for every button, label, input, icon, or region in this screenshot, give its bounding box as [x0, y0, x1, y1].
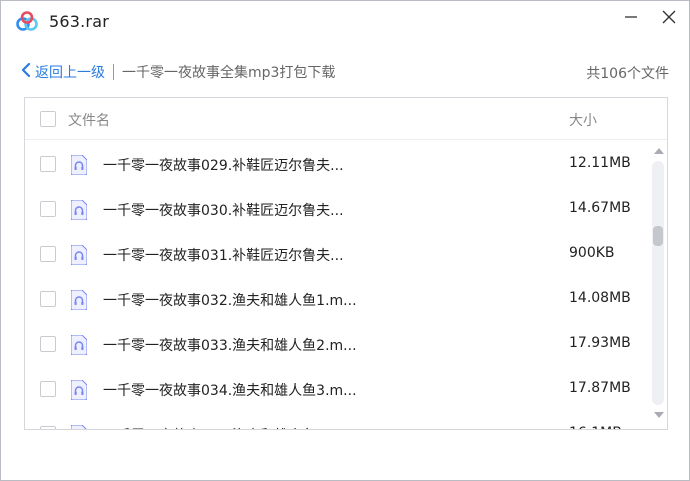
audio-file-icon	[70, 424, 87, 429]
file-size: 17.93MB	[569, 335, 631, 351]
row-checkbox[interactable]	[40, 381, 56, 397]
audio-file-icon	[70, 379, 88, 401]
audio-file-icon	[70, 289, 88, 311]
file-name[interactable]: 一千零一夜故事029.补鞋匠迈尔鲁夫...	[103, 155, 344, 175]
file-name[interactable]: 一千零一夜故事033.渔夫和雄人鱼2.m...	[103, 335, 357, 355]
row-checkbox[interactable]	[40, 246, 56, 262]
list-header: 文件名 大小	[25, 98, 667, 140]
file-name[interactable]: 一千零一夜故事034.渔夫和雄人鱼3.m...	[103, 380, 357, 400]
scroll-down-arrow-icon[interactable]	[654, 412, 664, 418]
breadcrumb-separator	[113, 64, 114, 80]
table-row[interactable]: 一千零一夜故事034.渔夫和雄人鱼3.m... 17.87MB	[25, 367, 649, 412]
title-bar: 563.rar	[1, 1, 689, 45]
file-size: 14.08MB	[569, 290, 631, 306]
vertical-scrollbar[interactable]	[649, 142, 667, 429]
table-row[interactable]: 一千零一夜故事032.渔夫和雄人鱼1.m... 14.08MB	[25, 277, 649, 322]
table-row[interactable]: 一千零一夜故事029.补鞋匠迈尔鲁夫... 12.11MB	[25, 142, 649, 187]
close-icon	[662, 9, 676, 28]
baidu-netdisk-cloud-icon	[15, 10, 39, 34]
row-checkbox[interactable]	[40, 291, 56, 307]
file-name[interactable]: 一千零一夜故事030.补鞋匠迈尔鲁夫...	[103, 200, 344, 220]
back-link-label: 返回上一级	[35, 65, 105, 81]
close-button[interactable]	[656, 7, 682, 29]
chevron-left-icon	[21, 62, 35, 81]
file-name[interactable]: 一千零一夜故事031.补鞋匠迈尔鲁夫...	[103, 245, 344, 265]
minimize-button[interactable]	[618, 7, 644, 29]
row-checkbox[interactable]	[40, 156, 56, 172]
table-row[interactable]: 一千零一夜故事035.渔夫和雄人鱼4.m... 16.1MB	[25, 412, 649, 429]
table-row[interactable]: 一千零一夜故事033.渔夫和雄人鱼2.m... 17.93MB	[25, 322, 649, 367]
audio-file-icon	[70, 334, 88, 356]
select-all-checkbox[interactable]	[40, 111, 56, 127]
row-checkbox[interactable]	[40, 201, 56, 217]
scrollbar-track[interactable]	[652, 161, 664, 405]
column-header-name[interactable]: 文件名	[68, 110, 110, 130]
file-size: 12.11MB	[569, 155, 631, 171]
scroll-up-arrow-icon[interactable]	[654, 148, 664, 154]
table-row[interactable]: 一千零一夜故事030.补鞋匠迈尔鲁夫... 14.67MB	[25, 187, 649, 232]
file-name[interactable]: 一千零一夜故事035.渔夫和雄人鱼4.m...	[103, 425, 357, 429]
scrollbar-thumb[interactable]	[653, 226, 663, 246]
table-row[interactable]: 一千零一夜故事031.补鞋匠迈尔鲁夫... 900KB	[25, 232, 649, 277]
row-checkbox[interactable]	[40, 336, 56, 352]
file-size: 900KB	[569, 245, 615, 261]
file-count: 共106个文件	[586, 66, 669, 82]
row-checkbox[interactable]	[40, 426, 56, 429]
audio-file-icon	[70, 244, 88, 266]
current-folder-name: 一千零一夜故事全集mp3打包下载	[122, 65, 336, 81]
minimize-icon	[624, 9, 638, 28]
audio-file-icon	[70, 154, 88, 176]
column-header-size[interactable]: 大小	[569, 110, 597, 130]
file-size: 16.1MB	[569, 425, 622, 429]
audio-file-icon	[70, 199, 88, 221]
file-size: 17.87MB	[569, 380, 631, 396]
file-size: 14.67MB	[569, 200, 631, 216]
archive-preview-window: 563.rar 返回上一级 一千零一夜故事全集mp3打包下载 共106个文件 文…	[0, 0, 690, 481]
window-title: 563.rar	[49, 12, 109, 31]
back-link[interactable]: 返回上一级	[21, 62, 105, 82]
breadcrumb: 返回上一级 一千零一夜故事全集mp3打包下载	[21, 61, 671, 83]
file-name[interactable]: 一千零一夜故事032.渔夫和雄人鱼1.m...	[103, 290, 357, 310]
file-list: 文件名 大小 一千零一夜故事029.补鞋匠迈尔鲁夫... 12.11MB 一千零一夜…	[24, 97, 668, 430]
